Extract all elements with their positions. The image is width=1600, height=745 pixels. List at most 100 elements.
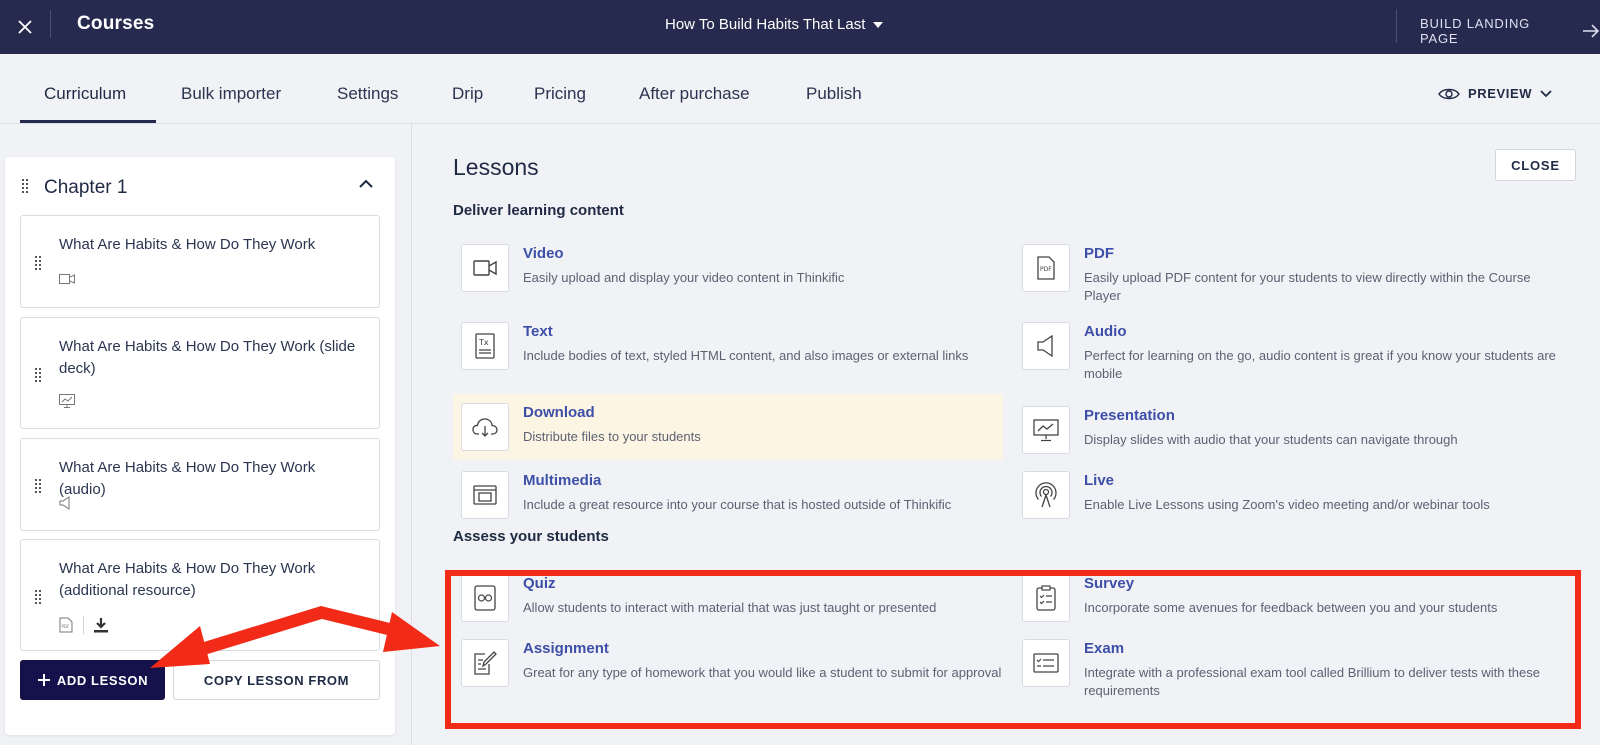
lesson-type-desc: Distribute files to your students xyxy=(523,429,701,444)
video-icon xyxy=(461,244,509,292)
lesson-type-desc: Allow students to interact with material… xyxy=(523,600,937,615)
divider xyxy=(1396,9,1397,43)
lesson-item[interactable]: What Are Habits & How Do They Work (addi… xyxy=(20,539,380,651)
drag-handle-icon[interactable] xyxy=(35,368,41,382)
lesson-type-video[interactable]: Video Easily upload and display your vid… xyxy=(453,242,1003,304)
lesson-type-exam[interactable]: Exam Integrate with a professional exam … xyxy=(1014,637,1564,699)
lesson-title: What Are Habits & How Do They Work xyxy=(59,236,316,253)
tab-pricing[interactable]: Pricing xyxy=(534,84,586,104)
lesson-type-name: Live xyxy=(1084,472,1115,489)
eye-icon xyxy=(1438,88,1460,99)
chapter-header[interactable]: Chapter 1 xyxy=(5,157,395,215)
lesson-type-name: Presentation xyxy=(1084,407,1175,424)
lesson-title: What Are Habits & How Do They Work (addi… xyxy=(59,560,316,599)
download-icon[interactable] xyxy=(93,617,109,633)
multimedia-icon xyxy=(461,471,509,519)
svg-text:Tx: Tx xyxy=(478,338,489,347)
course-selector[interactable]: How To Build Habits That Last xyxy=(665,16,884,33)
lesson-type-desc: Great for any type of homework that you … xyxy=(523,665,1002,680)
lesson-type-desc: Easily upload and display your video con… xyxy=(523,270,845,285)
tab-bulk-importer[interactable]: Bulk importer xyxy=(181,84,281,104)
presentation-icon xyxy=(59,394,75,408)
lessons-panel: Lessons CLOSE Deliver learning content V… xyxy=(413,124,1600,745)
tab-publish[interactable]: Publish xyxy=(806,84,862,104)
lesson-type-presentation[interactable]: Presentation Display slides with audio t… xyxy=(1014,404,1564,466)
cloud-download-icon xyxy=(461,403,509,451)
section-title-assess: Assess your students xyxy=(453,528,609,545)
close-button[interactable]: CLOSE xyxy=(1495,149,1576,181)
section-title-deliver: Deliver learning content xyxy=(453,202,624,219)
build-landing-page-button[interactable]: BUILD LANDING PAGE xyxy=(1420,16,1600,46)
lesson-type-survey[interactable]: Survey Incorporate some avenues for feed… xyxy=(1014,572,1564,634)
active-tab-indicator xyxy=(20,120,156,123)
lesson-item[interactable]: What Are Habits & How Do They Work (audi… xyxy=(20,438,380,531)
lesson-type-name: Video xyxy=(523,245,564,262)
preview-label: PREVIEW xyxy=(1468,86,1533,101)
pdf-icon: PDF xyxy=(1022,244,1070,292)
tab-after-purchase[interactable]: After purchase xyxy=(639,84,750,104)
close-icon[interactable] xyxy=(10,12,40,42)
drag-handle-icon[interactable] xyxy=(35,590,41,604)
app-title[interactable]: Courses xyxy=(77,13,154,35)
lesson-type-name: Assignment xyxy=(523,640,609,657)
text-icon: Tx xyxy=(461,322,509,370)
lesson-type-name: Download xyxy=(523,404,595,421)
survey-icon xyxy=(1022,574,1070,622)
divider xyxy=(50,10,51,38)
lesson-type-quiz[interactable]: Quiz Allow students to interact with mat… xyxy=(453,572,1003,634)
audio-icon xyxy=(1022,322,1070,370)
presentation-icon xyxy=(1022,406,1070,454)
arrow-right-icon xyxy=(1583,24,1600,38)
lesson-type-name: Audio xyxy=(1084,323,1127,340)
lesson-type-desc: Incorporate some avenues for feedback be… xyxy=(1084,600,1498,615)
course-title: How To Build Habits That Last xyxy=(665,16,866,33)
chevron-down-icon xyxy=(1540,89,1552,97)
chapter-title: Chapter 1 xyxy=(44,177,128,198)
lesson-type-pdf[interactable]: PDF PDF Easily upload PDF content for yo… xyxy=(1014,242,1564,304)
lesson-item[interactable]: What Are Habits & How Do They Work xyxy=(20,215,380,308)
divider xyxy=(83,616,84,634)
tab-drip[interactable]: Drip xyxy=(452,84,483,104)
lesson-type-assignment[interactable]: Assignment Great for any type of homewor… xyxy=(453,637,1003,699)
live-icon xyxy=(1022,471,1070,519)
copy-lesson-from-button[interactable]: COPY LESSON FROM xyxy=(173,660,380,700)
chapter-card: Chapter 1 What Are Habits & How Do They … xyxy=(5,157,395,735)
add-lesson-label: ADD LESSON xyxy=(56,672,149,688)
exam-icon xyxy=(1022,639,1070,687)
add-lesson-button[interactable]: ADD LESSON xyxy=(20,660,165,700)
lesson-type-multimedia[interactable]: Multimedia Include a great resource into… xyxy=(453,469,1003,531)
lesson-type-download[interactable]: Download Distribute files to your studen… xyxy=(453,394,1003,460)
curriculum-sidebar: Chapter 1 What Are Habits & How Do They … xyxy=(0,124,412,745)
lesson-type-name: Multimedia xyxy=(523,472,602,489)
top-bar: Courses How To Build Habits That Last BU… xyxy=(0,0,1600,54)
build-landing-page-label: BUILD LANDING PAGE xyxy=(1420,16,1531,46)
lesson-type-name: Survey xyxy=(1084,575,1135,592)
drag-handle-icon[interactable] xyxy=(22,179,28,193)
pdf-icon: PDF xyxy=(59,617,73,633)
lesson-type-name: Exam xyxy=(1084,640,1125,657)
lesson-type-audio[interactable]: Audio Perfect for learning on the go, au… xyxy=(1014,320,1564,382)
quiz-icon xyxy=(461,574,509,622)
chevron-up-icon[interactable] xyxy=(359,179,373,188)
lesson-type-text[interactable]: Tx Text Include bodies of text, styled H… xyxy=(453,320,1003,382)
assignment-icon xyxy=(461,639,509,687)
drag-handle-icon[interactable] xyxy=(35,256,41,270)
video-icon xyxy=(59,274,75,284)
lesson-type-desc: Perfect for learning on the go, audio co… xyxy=(1084,348,1556,381)
preview-button[interactable]: PREVIEW xyxy=(1438,86,1552,101)
lessons-title: Lessons xyxy=(453,154,539,180)
audio-icon xyxy=(59,496,70,510)
lesson-type-desc: Display slides with audio that your stud… xyxy=(1084,432,1458,447)
lesson-type-desc: Enable Live Lessons using Zoom's video m… xyxy=(1084,497,1490,512)
lesson-item[interactable]: What Are Habits & How Do They Work (slid… xyxy=(20,317,380,429)
svg-text:PDF: PDF xyxy=(1040,266,1052,273)
tab-curriculum[interactable]: Curriculum xyxy=(44,84,126,104)
lesson-type-live[interactable]: Live Enable Live Lessons using Zoom's vi… xyxy=(1014,469,1564,531)
svg-text:PDF: PDF xyxy=(62,624,70,629)
lesson-type-desc: Include bodies of text, styled HTML cont… xyxy=(523,348,969,363)
lesson-type-desc: Easily upload PDF content for your stude… xyxy=(1084,270,1531,303)
drag-handle-icon[interactable] xyxy=(35,479,41,493)
tab-bar: Curriculum Bulk importer Settings Drip P… xyxy=(0,54,1600,124)
plus-icon xyxy=(37,674,50,686)
tab-settings[interactable]: Settings xyxy=(337,84,398,104)
